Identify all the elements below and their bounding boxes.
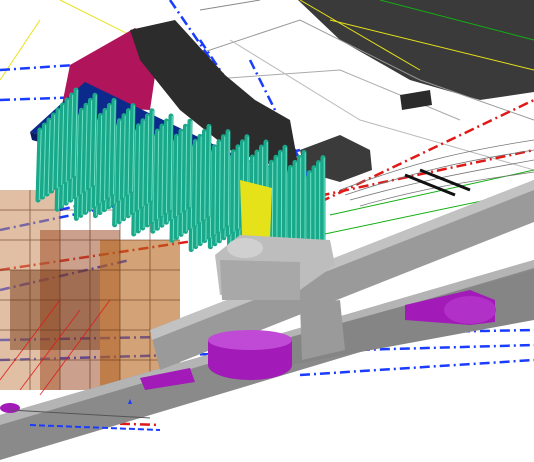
pile-highlight	[233, 151, 236, 232]
pile	[230, 149, 236, 235]
pile	[211, 144, 217, 238]
pile-highlight	[238, 146, 240, 229]
pile	[220, 134, 226, 232]
pile	[192, 138, 198, 228]
pile	[234, 144, 241, 232]
pile	[215, 139, 222, 235]
bim-3d-viewport[interactable]	[0, 0, 534, 462]
pile	[205, 123, 212, 219]
pile	[201, 128, 207, 222]
pile	[224, 129, 231, 229]
pile	[196, 133, 203, 225]
yellow-element	[240, 180, 272, 240]
